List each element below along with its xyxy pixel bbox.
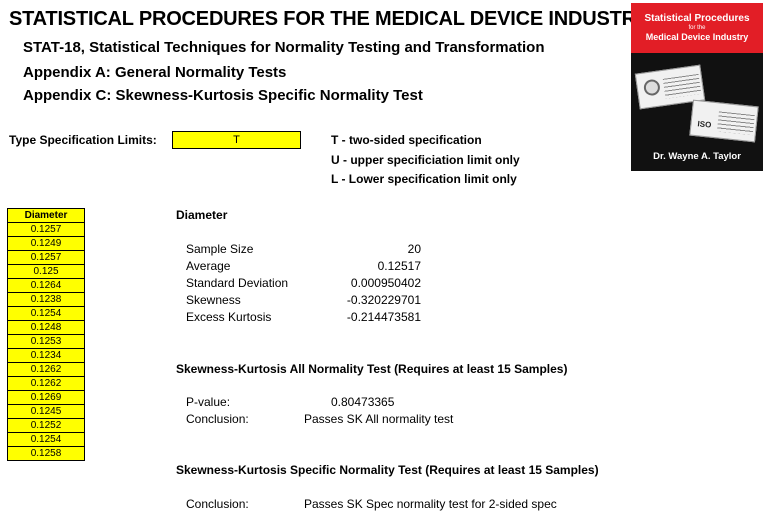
p-value: 0.80473365 [331,395,395,409]
data-cell[interactable]: 0.1264 [7,278,85,293]
iso-card-image: ISO [689,99,759,143]
data-cell[interactable]: 0.1248 [7,320,85,335]
book-cover: Statistical Procedures for the Medical D… [631,3,763,171]
sk-all-conclusion: Passes SK All normality test [304,412,454,426]
skewness-label: Skewness [186,293,241,307]
book-title: Statistical Procedures [644,13,750,24]
sk-all-test-title: Skewness-Kurtosis All Normality Test (Re… [176,362,568,376]
appendix-c-heading: Appendix C: Skewness-Kurtosis Specific N… [23,87,423,104]
data-cell[interactable]: 0.1257 [7,250,85,265]
data-cell[interactable]: 0.1245 [7,404,85,419]
data-cell[interactable]: 0.1238 [7,292,85,307]
average-value: 0.12517 [377,259,421,273]
sk-spec-conclusion-label: Conclusion: [186,497,249,511]
p-value-label: P-value: [186,395,231,409]
std-dev-label: Standard Deviation [186,276,289,290]
data-cell[interactable]: 0.1252 [7,418,85,433]
stats-section-title: Diameter [176,208,228,222]
std-dev-value: 0.000950402 [350,276,421,290]
spec-type-input[interactable] [172,131,301,149]
spec-option-two-sided: T - two-sided specification [331,133,482,147]
page-title: STATISTICAL PROCEDURES FOR THE MEDICAL D… [9,8,649,30]
spec-option-lower: L - Lower specification limit only [331,172,517,186]
excess-kurtosis-label: Excess Kurtosis [186,310,272,324]
data-cell[interactable]: 0.1254 [7,432,85,447]
iso-logo: ISO [697,119,712,130]
diameter-data-column: Diameter 0.1257 0.1249 0.1257 0.125 0.12… [7,208,85,461]
column-header-diameter[interactable]: Diameter [7,208,85,223]
data-cell[interactable]: 0.1249 [7,236,85,251]
book-subtitle: Medical Device Industry [645,32,749,42]
excess-kurtosis-value: -0.214473581 [346,310,421,324]
seal-icon [642,78,661,97]
sk-spec-conclusion: Passes SK Spec normality test for 2-side… [304,497,557,511]
average-label: Average [186,259,231,273]
book-title-connector: for the [688,25,706,31]
data-cell[interactable]: 0.1257 [7,222,85,237]
sample-size-label: Sample Size [186,242,254,256]
sk-all-conclusion-label: Conclusion: [186,412,249,426]
data-cell[interactable]: 0.1262 [7,362,85,377]
data-cell[interactable]: 0.1254 [7,306,85,321]
subtitle: STAT-18, Statistical Techniques for Norm… [23,39,545,56]
data-cell[interactable]: 0.1269 [7,390,85,405]
data-cell[interactable]: 0.1262 [7,376,85,391]
data-cell[interactable]: 0.125 [7,264,85,279]
sk-spec-test-title: Skewness-Kurtosis Specific Normality Tes… [176,463,599,477]
sample-size-value: 20 [407,242,421,256]
skewness-value: -0.320229701 [346,293,421,307]
spec-type-label: Type Specification Limits: [9,133,157,147]
data-cell[interactable]: 0.1253 [7,334,85,349]
appendix-a-heading: Appendix A: General Normality Tests [23,64,287,81]
spec-option-upper: U - upper specificiation limit only [331,153,520,167]
book-cover-header: Statistical Procedures for the Medical D… [631,3,763,53]
text-lines-decoration [662,73,702,99]
text-lines-decoration [716,111,755,136]
data-cell[interactable]: 0.1234 [7,348,85,363]
book-author: Dr. Wayne A. Taylor [653,151,741,162]
data-cell[interactable]: 0.1258 [7,446,85,461]
